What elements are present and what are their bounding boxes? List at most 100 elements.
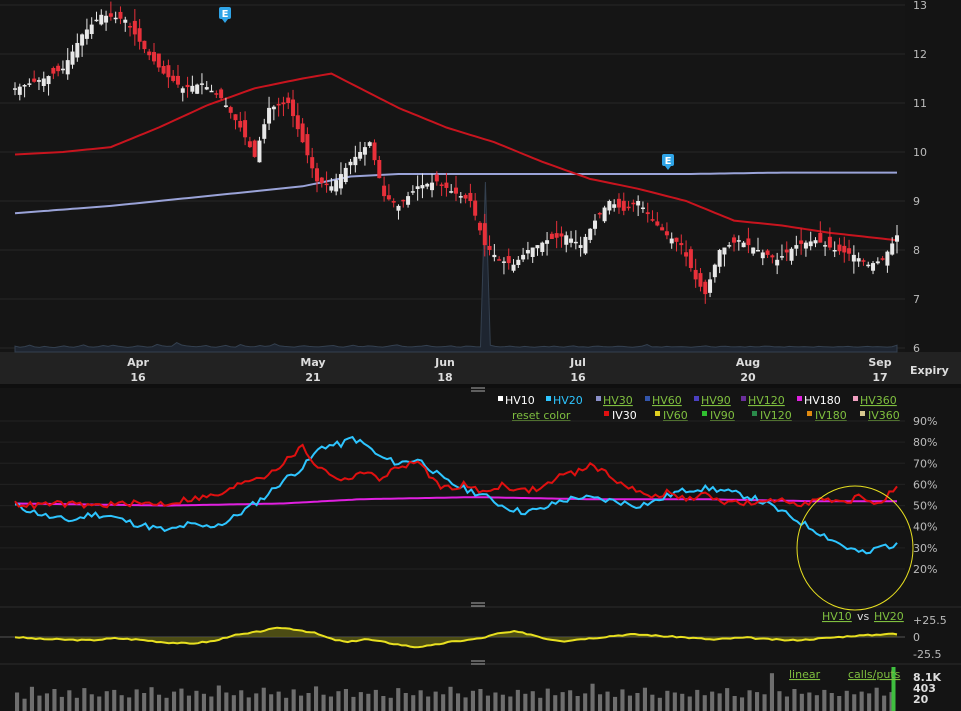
legend-item-iv360[interactable]: IV360 xyxy=(868,409,900,422)
legend-swatch xyxy=(694,396,699,401)
legend-item-iv180[interactable]: IV180 xyxy=(815,409,847,422)
volume-bar xyxy=(672,692,677,711)
legend-item-hv120[interactable]: HV120 xyxy=(748,394,785,407)
candle-body xyxy=(99,14,104,25)
candle-body xyxy=(175,75,180,85)
volume-bar xyxy=(276,691,281,711)
linear-toggle[interactable]: linear xyxy=(789,668,821,681)
candle-body xyxy=(185,84,190,88)
x-tick-day: 16 xyxy=(570,371,586,384)
candle-body xyxy=(669,238,674,244)
volume-bar xyxy=(769,673,774,711)
candle-body xyxy=(885,251,890,266)
spread-title-part: vs xyxy=(857,610,870,623)
candle-body xyxy=(295,115,300,130)
candle-body xyxy=(439,184,444,186)
y-tick-label: 90% xyxy=(913,415,937,428)
chart-canvas: 13 12 11 10 9 8 7 6 Apr 16 May 21 Jun 18 Jul 16 Aug 20 Se… xyxy=(0,0,961,711)
spread-title[interactable]: HV10 vs HV20 xyxy=(822,610,904,623)
volume-bar xyxy=(328,696,333,711)
legend-swatch xyxy=(702,411,707,416)
legend-swatch xyxy=(655,411,660,416)
volume-bar xyxy=(523,693,528,711)
candle-body xyxy=(578,245,583,248)
divider xyxy=(0,384,961,388)
legend-item-iv120[interactable]: IV120 xyxy=(760,409,792,422)
legend-item-hv360[interactable]: HV360 xyxy=(860,394,897,407)
candle-body xyxy=(118,11,123,19)
candle-body xyxy=(56,65,61,72)
candle-body xyxy=(334,180,339,192)
candle-body xyxy=(291,99,296,117)
candle-body xyxy=(842,245,847,253)
legend-item-hv10[interactable]: HV10 xyxy=(505,394,535,407)
volume-bar xyxy=(620,689,625,711)
y-tick-label: +25.5 xyxy=(913,614,947,627)
volume-bar xyxy=(149,687,154,711)
y-tick-label: 12 xyxy=(913,48,927,61)
legend-item-iv60[interactable]: IV60 xyxy=(663,409,688,422)
candle-body xyxy=(252,140,257,157)
candle-body xyxy=(573,241,578,244)
legend-item-hv60[interactable]: HV60 xyxy=(652,394,682,407)
volume-bar xyxy=(613,696,618,711)
candle-body xyxy=(770,255,775,258)
calls-puts-toggle[interactable]: calls/puts xyxy=(848,668,901,681)
candle-body xyxy=(789,248,794,261)
volume-bar xyxy=(89,694,94,711)
candle-body xyxy=(501,261,506,263)
candle-body xyxy=(382,185,387,197)
candle-body xyxy=(190,85,195,92)
volume-bar xyxy=(231,695,236,711)
earnings-marker-label[interactable]: E xyxy=(665,156,672,167)
volume-bar xyxy=(642,687,647,711)
candle-body xyxy=(569,238,574,243)
candle-body xyxy=(847,248,852,254)
volume-bar xyxy=(351,696,356,711)
volume-bar xyxy=(575,696,580,711)
legend-swatch xyxy=(860,411,865,416)
candle-body xyxy=(650,219,655,221)
candle-body xyxy=(535,245,540,249)
candle-body xyxy=(147,51,152,56)
candle-body xyxy=(861,260,866,262)
legend-item-hv30[interactable]: HV30 xyxy=(603,394,633,407)
legend-item-iv30[interactable]: IV30 xyxy=(612,409,637,422)
candle-body xyxy=(372,142,377,161)
y-tick-label: 7 xyxy=(913,293,920,306)
candle-body xyxy=(89,24,94,35)
spread-title-part[interactable]: HV10 xyxy=(822,610,852,623)
legend-item-reset-color[interactable]: reset color xyxy=(512,409,571,422)
x-tick-month: Aug xyxy=(736,356,760,369)
legend-swatch xyxy=(807,411,812,416)
legend-item-hv180[interactable]: HV180 xyxy=(804,394,841,407)
candle-body xyxy=(17,86,22,95)
candle-body xyxy=(597,213,602,215)
volume-bar xyxy=(867,693,872,711)
candle-body xyxy=(434,174,439,182)
volume-bar xyxy=(216,685,221,711)
legend-item-hv20[interactable]: HV20 xyxy=(553,394,583,407)
candle-body xyxy=(765,250,770,255)
candle-body xyxy=(204,87,209,90)
candle-body xyxy=(674,237,679,242)
legend-item-hv90[interactable]: HV90 xyxy=(701,394,731,407)
candle-body xyxy=(219,89,224,99)
candle-body xyxy=(281,102,286,105)
earnings-marker-label[interactable]: E xyxy=(222,9,229,20)
volume-bar xyxy=(553,695,558,711)
candle-body xyxy=(482,223,487,246)
spread-title-part[interactable]: HV20 xyxy=(874,610,904,623)
volume-bar xyxy=(172,691,177,711)
candle-body xyxy=(406,196,411,205)
legend-item-iv90[interactable]: IV90 xyxy=(710,409,735,422)
candle-body xyxy=(655,221,660,226)
volume-bar xyxy=(560,692,565,711)
candle-body xyxy=(142,40,147,50)
candle-body xyxy=(314,168,319,182)
candle-body xyxy=(468,192,473,201)
volume-bar xyxy=(418,690,423,711)
volume-bar xyxy=(545,688,550,711)
candle-body xyxy=(152,52,157,62)
legend-swatch xyxy=(752,411,757,416)
